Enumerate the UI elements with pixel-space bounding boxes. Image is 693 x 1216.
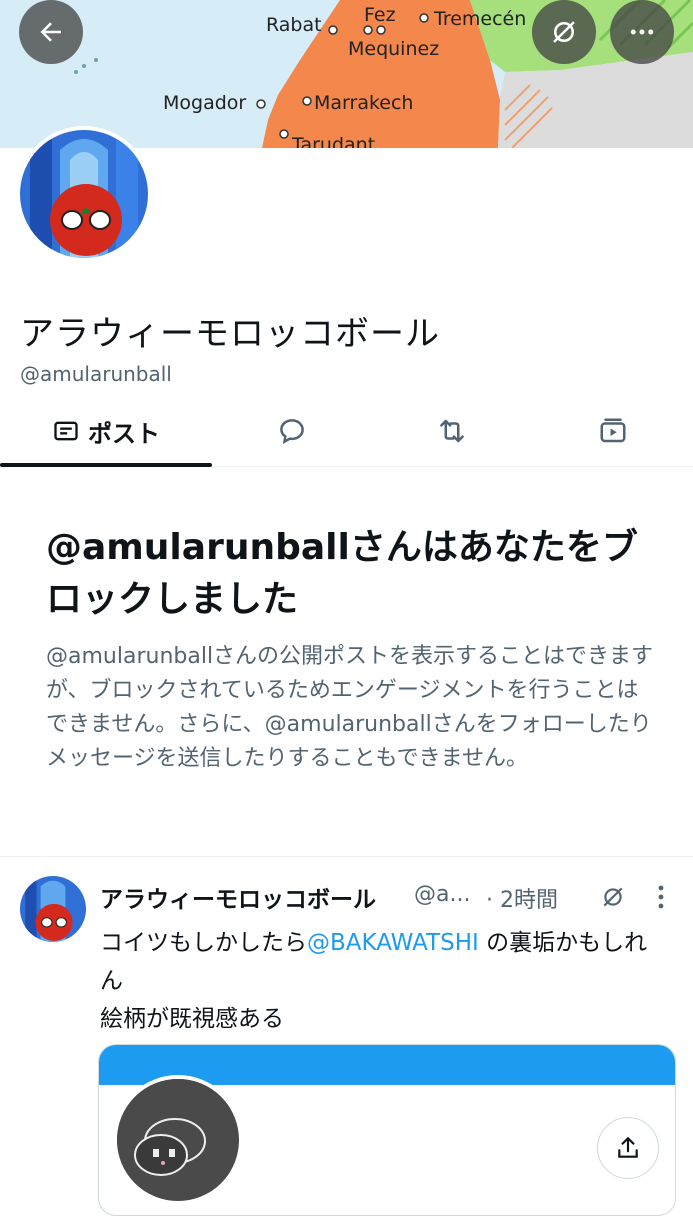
map-label-mogador: Mogador bbox=[163, 92, 247, 114]
slashed-circle-icon bbox=[553, 21, 575, 43]
more-button[interactable] bbox=[610, 0, 674, 64]
tab-replies[interactable] bbox=[212, 398, 372, 464]
profile-handle: @amularunball bbox=[20, 362, 172, 386]
back-button[interactable] bbox=[19, 0, 83, 64]
slashed-circle-icon bbox=[603, 887, 623, 907]
post-timestamp[interactable]: · 2時間 bbox=[486, 882, 558, 914]
post-mention-link[interactable]: @BAKAWATSHI bbox=[307, 930, 479, 956]
embedded-profile-card[interactable] bbox=[98, 1044, 676, 1216]
card-avatar bbox=[113, 1075, 243, 1205]
media-icon bbox=[600, 418, 625, 443]
share-icon bbox=[618, 1137, 638, 1158]
map-label-tremecen: Tremecén bbox=[434, 8, 527, 30]
map-label-tarudant: Tarudant bbox=[292, 134, 376, 148]
post-avatar-image bbox=[20, 876, 86, 942]
divider bbox=[0, 856, 693, 857]
blocked-title: @amularunballさんはあなたをブロックしました bbox=[46, 527, 638, 620]
post-body: コイツもしかしたら@BAKAWATSHI の裏垢かもしれん 絵柄が既視感ある bbox=[100, 924, 670, 1038]
profile-avatar[interactable] bbox=[16, 126, 152, 262]
map-label-marrakech: Marrakech bbox=[314, 92, 414, 114]
grok-button[interactable] bbox=[532, 0, 596, 64]
profile-tabs: ポスト bbox=[0, 398, 693, 467]
reply-bubble-icon bbox=[280, 419, 304, 444]
repost-icon bbox=[440, 419, 464, 443]
map-label-rabat: Rabat bbox=[266, 14, 322, 36]
post-grok-button[interactable] bbox=[596, 880, 630, 914]
tab-posts-label: ポスト bbox=[88, 419, 160, 448]
more-vertical-icon bbox=[658, 885, 664, 909]
tab-reposts[interactable] bbox=[372, 398, 532, 464]
more-horizontal-icon bbox=[630, 29, 654, 35]
map-label-mequinez: Mequinez bbox=[348, 38, 440, 60]
profile-name: アラウィーモロッコボール bbox=[20, 314, 440, 354]
post-author-name[interactable]: アラウィーモロッコボール bbox=[100, 880, 376, 914]
post-text-part: コイツもしかしたら bbox=[100, 930, 307, 956]
post-avatar[interactable] bbox=[20, 876, 86, 942]
avatar-image bbox=[20, 130, 148, 258]
share-button[interactable] bbox=[597, 1117, 659, 1179]
tab-posts[interactable]: ポスト bbox=[0, 398, 212, 464]
post-more-button[interactable] bbox=[646, 880, 676, 914]
map-label-fez: Fez bbox=[364, 4, 396, 26]
arrow-left-icon bbox=[40, 22, 61, 42]
post-text-line2: 絵柄が既視感ある bbox=[100, 1006, 284, 1032]
blocked-description: @amularunballさんの公開ポストを表示することはできますが、ブロックさ… bbox=[46, 644, 654, 771]
tab-media[interactable] bbox=[532, 398, 693, 464]
posts-icon bbox=[54, 421, 78, 441]
post-author-handle[interactable]: @a... bbox=[414, 882, 470, 907]
card-avatar-image bbox=[117, 1079, 231, 1193]
active-tab-indicator bbox=[0, 463, 212, 467]
